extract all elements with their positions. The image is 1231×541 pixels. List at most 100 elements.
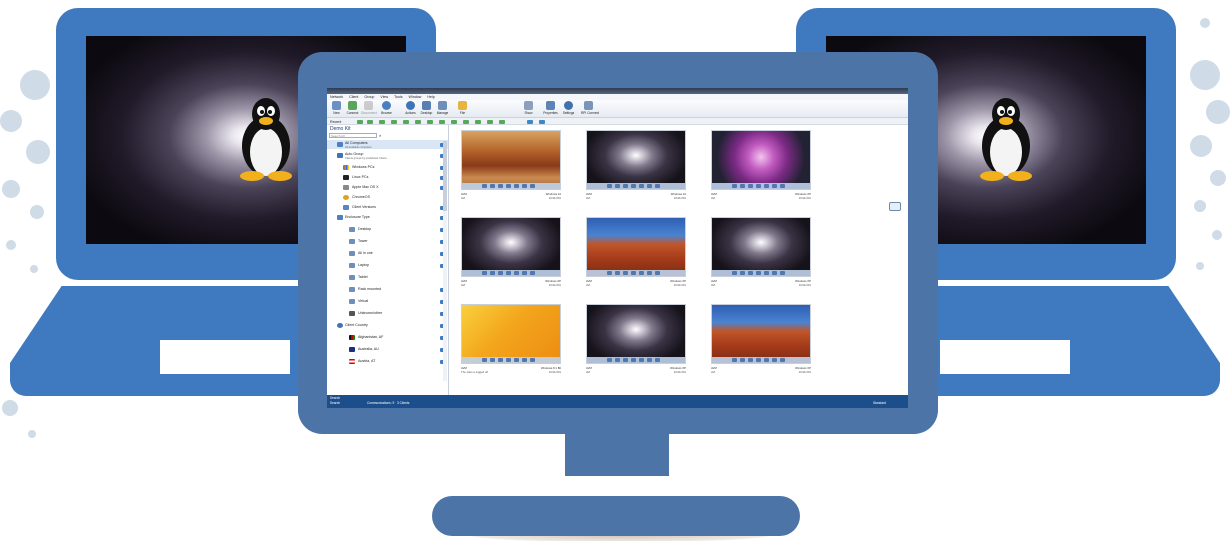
- client-tile[interactable]: AVM AVI Windows XP 10/11/201: [584, 302, 688, 377]
- client-user: AVI: [586, 283, 591, 287]
- filter-chip[interactable]: [415, 119, 421, 124]
- sidebar-item-label: Apple Mac OS X: [352, 185, 379, 189]
- sidebar-item-client-versions[interactable]: Client Versions: [327, 203, 448, 212]
- sidebar-scrollbar[interactable]: [443, 141, 447, 381]
- taskbar-app-icon: [615, 271, 620, 275]
- sidebar-item-tablet[interactable]: Tablet: [327, 273, 448, 282]
- sidebar-item-tower[interactable]: Tower: [327, 237, 448, 246]
- status-search[interactable]: Search: [330, 396, 340, 400]
- menu-client[interactable]: Client: [349, 95, 358, 99]
- sidebar-item-laptop[interactable]: Laptop: [327, 261, 448, 270]
- sidebar-item-auto-group[interactable]: Auto Group Clients groups by predefined c…: [327, 151, 448, 160]
- filter-chip[interactable]: [539, 119, 545, 124]
- filter-chip[interactable]: [367, 119, 373, 124]
- chrome-icon: [343, 195, 349, 200]
- taskbar-app-icon: [623, 271, 628, 275]
- search-icon[interactable]: ⌕: [379, 133, 381, 138]
- taskbar-app-icon: [514, 184, 519, 188]
- show-button[interactable]: Show: [521, 101, 536, 117]
- unknown-icon: [349, 311, 355, 316]
- rpi-connect-button[interactable]: RPI Connect: [581, 101, 599, 117]
- sidebar-item-australia[interactable]: Australia, AU: [327, 345, 448, 354]
- thumbnail-size-button[interactable]: [889, 202, 901, 211]
- sidebar-item-client-country[interactable]: Client Country: [327, 321, 448, 330]
- client-tile[interactable]: AVM AVI Windows XP 10/11/201: [709, 128, 813, 203]
- sidebar-search-input[interactable]: Search All: [329, 133, 377, 138]
- client-screen-thumbnail[interactable]: [711, 217, 811, 277]
- sidebar-item-desktop[interactable]: Desktop: [327, 225, 448, 234]
- status-clients: 3 Clients: [397, 401, 410, 405]
- sidebar-item-all-in-one[interactable]: All in one: [327, 249, 448, 258]
- taskbar-app-icon: [607, 358, 612, 362]
- sidebar-item-enclosure-type[interactable]: Enclosure Type: [327, 213, 448, 222]
- filter-chip[interactable]: [379, 119, 385, 124]
- client-screen-thumbnail[interactable]: [711, 304, 811, 364]
- client-screen-thumbnail[interactable]: [461, 217, 561, 277]
- actions-button[interactable]: Actions: [403, 101, 418, 117]
- sidebar-item-rack-mounted[interactable]: Rack mounted: [327, 285, 448, 294]
- new-button[interactable]: New: [329, 101, 344, 117]
- filter-chip[interactable]: [463, 119, 469, 124]
- menu-network[interactable]: Network: [330, 95, 343, 99]
- sidebar-item-windows-pcs[interactable]: Windows PCs: [327, 163, 448, 172]
- file-button[interactable]: File: [455, 101, 470, 117]
- client-tile[interactable]: AVM AVI Windows 10 10/11/201: [584, 128, 688, 203]
- settings-button[interactable]: Settings: [561, 101, 576, 117]
- filter-chip[interactable]: [439, 119, 445, 124]
- sidebar-item-afghanistan[interactable]: Afghanistan, AF: [327, 333, 448, 342]
- client-tile[interactable]: AVM AVI Windows 10 10/11/201: [459, 128, 563, 203]
- thumbnail-taskbar: [462, 183, 560, 189]
- show-button-label: Show: [524, 111, 533, 115]
- sidebar-item-label: Laptop: [358, 263, 369, 267]
- filter-chip[interactable]: [427, 119, 433, 124]
- filter-chip[interactable]: [527, 119, 533, 124]
- filter-chip[interactable]: [357, 119, 363, 124]
- filter-chip[interactable]: [451, 119, 457, 124]
- client-screen-thumbnail[interactable]: [586, 217, 686, 277]
- virtual-icon: [349, 299, 355, 304]
- sidebar-item-chromeos[interactable]: ChromeOS: [327, 193, 448, 202]
- recent-label[interactable]: Recent: [330, 120, 341, 124]
- sidebar-item-label: Enclosure Type: [345, 215, 370, 219]
- client-screen-thumbnail[interactable]: [586, 130, 686, 190]
- connect-button[interactable]: Connect: [345, 101, 360, 117]
- filter-chip[interactable]: [403, 119, 409, 124]
- sidebar-item-label: Afghanistan, AF: [358, 335, 384, 339]
- client-tile[interactable]: AVM AVI Windows XP 10/11/201: [709, 302, 813, 377]
- client-screen-thumbnail[interactable]: [461, 304, 561, 364]
- sidebar-item-virtual[interactable]: Virtual: [327, 297, 448, 306]
- client-screen-thumbnail[interactable]: [586, 304, 686, 364]
- filter-chip[interactable]: [499, 119, 505, 124]
- menu-view[interactable]: View: [380, 95, 388, 99]
- browse-button[interactable]: Browse: [379, 101, 394, 117]
- menu-window[interactable]: Window: [409, 95, 422, 99]
- desktop-button[interactable]: Desktop: [419, 101, 434, 117]
- filter-chip[interactable]: [391, 119, 397, 124]
- sidebar-item-linux-pcs[interactable]: Linux PCs: [327, 173, 448, 182]
- client-tile[interactable]: AVM AVI Windows XP 10/11/201: [709, 215, 813, 290]
- client-tile[interactable]: AVM AVI Windows XP 10/11/201: [459, 215, 563, 290]
- sidebar-item-austria[interactable]: Austria, AT: [327, 357, 448, 366]
- filter-chip[interactable]: [487, 119, 493, 124]
- sidebar-scrollbar-thumb[interactable]: [443, 141, 447, 211]
- sidebar-item-unknown[interactable]: Unknown/other: [327, 309, 448, 318]
- sidebar-item-apple-mac[interactable]: Apple Mac OS X: [327, 183, 448, 192]
- menu-help[interactable]: Help: [427, 95, 434, 99]
- menu-tools[interactable]: Tools: [394, 95, 402, 99]
- disconnect-button[interactable]: Disconnect: [361, 101, 377, 117]
- manage-button[interactable]: Manage: [435, 101, 450, 117]
- filter-chip[interactable]: [475, 119, 481, 124]
- client-date: 10/11/201: [548, 370, 561, 374]
- taskbar-app-icon: [732, 271, 737, 275]
- taskbar-app-icon: [490, 184, 495, 188]
- taskbar-app-icon: [607, 184, 612, 188]
- client-screen-thumbnail[interactable]: [711, 130, 811, 190]
- client-screen-thumbnail[interactable]: [461, 130, 561, 190]
- client-tile[interactable]: AVM AVI Windows XP 10/11/201: [584, 215, 688, 290]
- menu-group[interactable]: Group: [364, 95, 374, 99]
- taskbar-app-icon: [748, 358, 753, 362]
- thumbnail-taskbar: [587, 183, 685, 189]
- client-tile[interactable]: AVM The stars a logged off Windows 8.1 Bit…: [459, 302, 563, 377]
- sidebar-item-all-computers[interactable]: All Computers All available computers: [327, 140, 448, 149]
- properties-button[interactable]: Properties: [543, 101, 558, 117]
